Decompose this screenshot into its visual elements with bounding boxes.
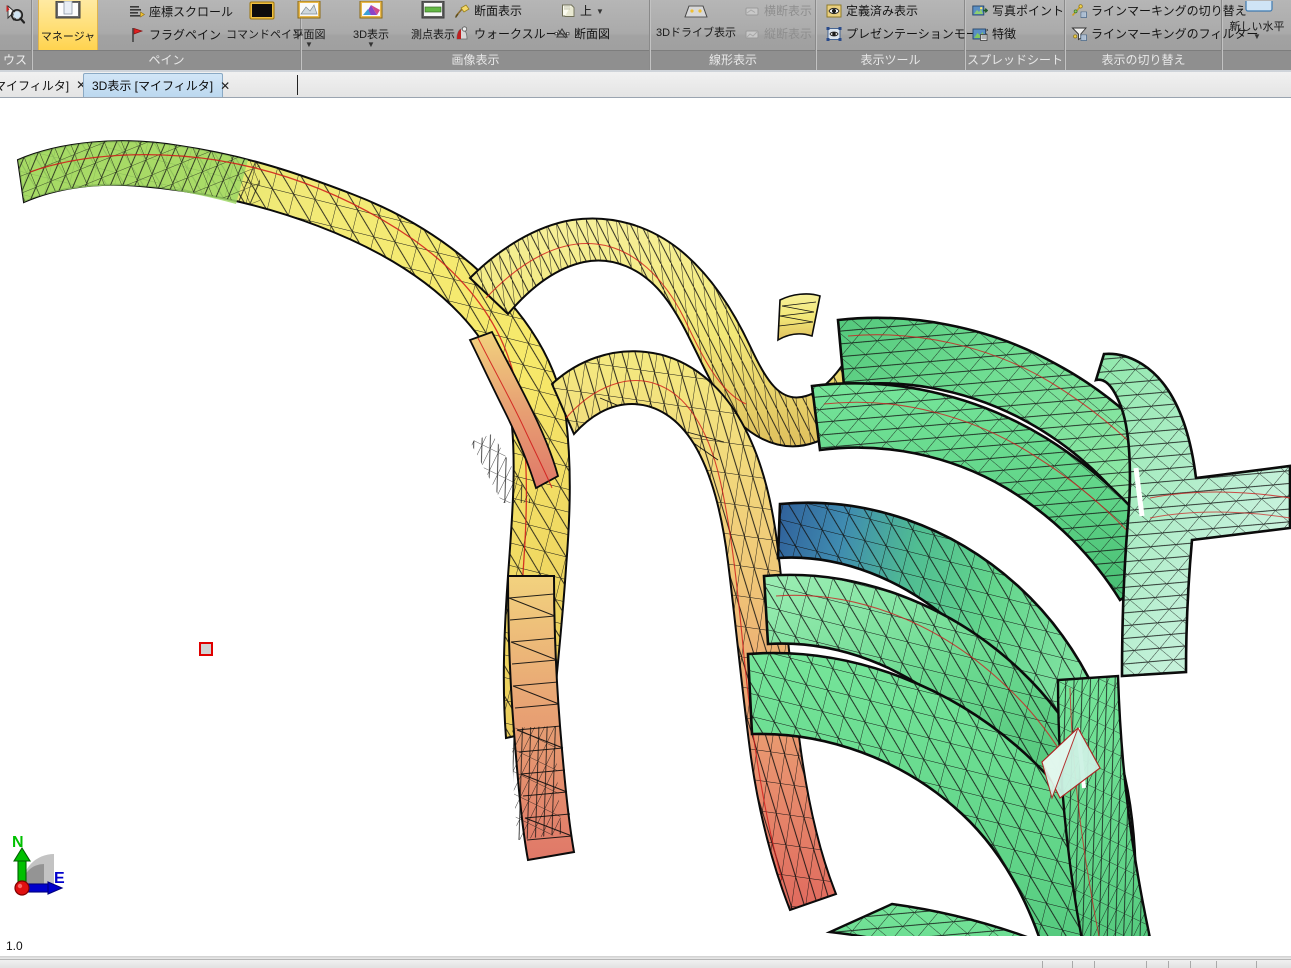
coordinate-scroll-icon bbox=[129, 4, 146, 20]
3d-model-viewport[interactable]: N E bbox=[0, 98, 1291, 936]
predefined-view-button[interactable]: 定義済み表示 bbox=[826, 3, 918, 19]
tab-strip-divider bbox=[0, 70, 1291, 72]
ribbon-group-label-partial-right bbox=[1223, 50, 1291, 70]
ribbon-group-partial-left: ウス bbox=[0, 0, 32, 70]
axis-orientation-widget[interactable]: N E bbox=[2, 834, 82, 924]
status-cell-3[interactable] bbox=[1094, 961, 1146, 968]
status-cell-7[interactable] bbox=[1216, 961, 1256, 968]
status-panel bbox=[0, 959, 1291, 968]
status-cell-8[interactable] bbox=[1256, 961, 1291, 968]
ribbon-group-pane: マネージャ 座標スクロール フラグペイン コマンドペイン ペイン bbox=[33, 0, 303, 70]
ribbon-group-label-partial: ウス bbox=[0, 50, 31, 70]
ribbon-group-label-image-display: 画像表示 bbox=[302, 50, 649, 70]
ribbon-group-label-display-toggle: 表示の切り替え bbox=[1066, 50, 1221, 70]
walkthrough-button[interactable]: ウォークスルー bbox=[454, 26, 558, 42]
status-cell-5[interactable] bbox=[1168, 961, 1190, 968]
cross-section-display-button: 横断表示 bbox=[744, 3, 812, 19]
line-marking-toggle-icon bbox=[1071, 3, 1087, 19]
ribbon-group-label-alignment-display: 線形表示 bbox=[651, 50, 815, 70]
predefined-view-label: 定義済み表示 bbox=[846, 3, 919, 18]
walkthrough-label: ウォークスルー bbox=[474, 26, 558, 41]
coordinate-scroll-label: 座標スクロール bbox=[149, 4, 234, 19]
feature-button[interactable]: 特徴 bbox=[972, 26, 1016, 42]
plan-view-chevron-down-icon[interactable]: ▼ bbox=[277, 41, 341, 49]
status-bar: 1.0 bbox=[0, 936, 1291, 968]
status-cell-2[interactable] bbox=[1072, 961, 1094, 968]
ribbon-group-spreadsheet: 写真ポイント 特徴 スプレッドシート bbox=[966, 0, 1065, 70]
top-view-chevron-down-icon[interactable]: ▼ bbox=[596, 7, 604, 16]
tab-my-filter-partial[interactable]: マイフィルタ] ✕ bbox=[0, 73, 86, 97]
drive-3d-icon bbox=[646, 1, 746, 26]
cursor-search-icon bbox=[0, 3, 34, 30]
top-view-label: 上 bbox=[580, 3, 593, 18]
plan-view-icon bbox=[277, 0, 341, 28]
profile-display-icon bbox=[744, 26, 760, 42]
ribbon-group-alignment-display: 3Dドライブ表示 横断表示 縦断表示 線形表示 bbox=[651, 0, 816, 70]
manager-button-label: マネージャ bbox=[40, 31, 96, 43]
view-3d-icon bbox=[340, 0, 402, 28]
section-display-label: 断面表示 bbox=[474, 3, 523, 18]
axis-east-label: E bbox=[54, 870, 65, 887]
profile-display-button: 縦断表示 bbox=[744, 26, 812, 42]
section-display-button[interactable]: 断面表示 bbox=[454, 3, 522, 19]
page-icon bbox=[560, 3, 576, 19]
plan-view-button[interactable]: 平面図 ▼ bbox=[277, 0, 341, 49]
photo-point-label: 写真ポイント bbox=[992, 3, 1065, 18]
cross-section-button[interactable]: 断面図 bbox=[554, 26, 610, 42]
axis-north-label: N bbox=[12, 834, 24, 851]
presentation-eye-icon bbox=[826, 26, 842, 42]
select-tool-button[interactable] bbox=[0, 2, 34, 30]
tab-strip-caret bbox=[297, 75, 298, 95]
top-view-button[interactable]: 上 ▼ bbox=[560, 3, 604, 19]
document-tab-strip: マイフィルタ] ✕ 3D表示 [マイフィルタ] ✕ bbox=[0, 70, 1291, 98]
3d-mesh-render bbox=[16, 140, 1291, 936]
flag-icon bbox=[129, 27, 145, 43]
coordinate-scroll-button[interactable]: 座標スクロール bbox=[129, 4, 233, 20]
tab-3d-view[interactable]: 3D表示 [マイフィルタ] ✕ bbox=[83, 73, 230, 97]
feature-icon bbox=[972, 26, 988, 42]
new-horizontal-icon bbox=[1219, 0, 1291, 20]
tab-3d-view-close-icon[interactable]: ✕ bbox=[220, 79, 230, 93]
new-horizontal-chevron-down-icon[interactable]: ▼ bbox=[1219, 33, 1291, 41]
photo-point-button[interactable]: 写真ポイント bbox=[972, 3, 1064, 19]
tab-3d-view-label: 3D表示 [マイフィルタ] bbox=[92, 79, 214, 93]
corridor-patch-small bbox=[777, 293, 821, 342]
manager-pane-icon bbox=[39, 0, 97, 30]
corridor-surface-main bbox=[16, 140, 571, 740]
ribbon-toolbar: ウス マネージャ 座標スクロール フラグペイン コマンドペイン ペイン 平面図 … bbox=[0, 0, 1291, 70]
drive-3d-button[interactable]: 3Dドライブ表示 bbox=[646, 0, 746, 39]
manager-button[interactable]: マネージャ bbox=[38, 0, 98, 51]
ribbon-group-label-display-tools: 表示ツール bbox=[817, 50, 964, 70]
status-cell-6[interactable] bbox=[1190, 961, 1216, 968]
line-marking-filter-icon bbox=[1071, 26, 1087, 42]
ribbon-group-display-tools: 定義済み表示 プレゼンテーションモード 表示ツール bbox=[817, 0, 990, 70]
tab-my-filter-partial-label: マイフィルタ] bbox=[0, 78, 70, 93]
selection-marker[interactable] bbox=[199, 642, 213, 656]
cross-section-icon bbox=[554, 26, 570, 42]
eye-icon bbox=[826, 3, 842, 19]
status-cell-4[interactable] bbox=[1146, 961, 1168, 968]
view-3d-button[interactable]: 3D表示 ▼ bbox=[340, 0, 402, 49]
flag-pane-button[interactable]: フラグペイン bbox=[129, 27, 221, 43]
walkthrough-icon bbox=[454, 26, 470, 42]
new-horizontal-button[interactable]: 新しい水平 ▼ bbox=[1219, 0, 1291, 41]
profile-display-label: 縦断表示 bbox=[764, 26, 813, 41]
flag-pane-label: フラグペイン bbox=[149, 27, 222, 42]
status-cell-1[interactable] bbox=[1042, 961, 1072, 968]
view-3d-chevron-down-icon[interactable]: ▼ bbox=[340, 41, 402, 49]
photo-point-icon bbox=[972, 3, 989, 19]
drive-3d-label: 3Dドライブ表示 bbox=[655, 27, 737, 39]
cross-section-label: 断面図 bbox=[574, 26, 611, 41]
broom-icon bbox=[454, 3, 470, 19]
ribbon-group-label-pane: ペイン bbox=[33, 50, 300, 70]
ribbon-group-image-display: 平面図 ▼ 3D表示 ▼ 測点表示 断面表示 ウォークスルー 上 ▼ 断面図 画… bbox=[293, 0, 650, 70]
ribbon-group-display-toggle: ラインマーキングの切り替え ラインマーキングのフィルター 表示の切り替え bbox=[1066, 0, 1258, 70]
ribbon-group-label-spreadsheet: スプレッドシート bbox=[966, 50, 1064, 70]
feature-label: 特徴 bbox=[992, 26, 1017, 41]
scale-label: 1.0 bbox=[6, 939, 23, 953]
cross-section-display-icon bbox=[744, 3, 760, 19]
cross-section-display-label: 横断表示 bbox=[764, 3, 813, 18]
ribbon-group-partial-right: 新しい水平 ▼ bbox=[1223, 0, 1291, 70]
